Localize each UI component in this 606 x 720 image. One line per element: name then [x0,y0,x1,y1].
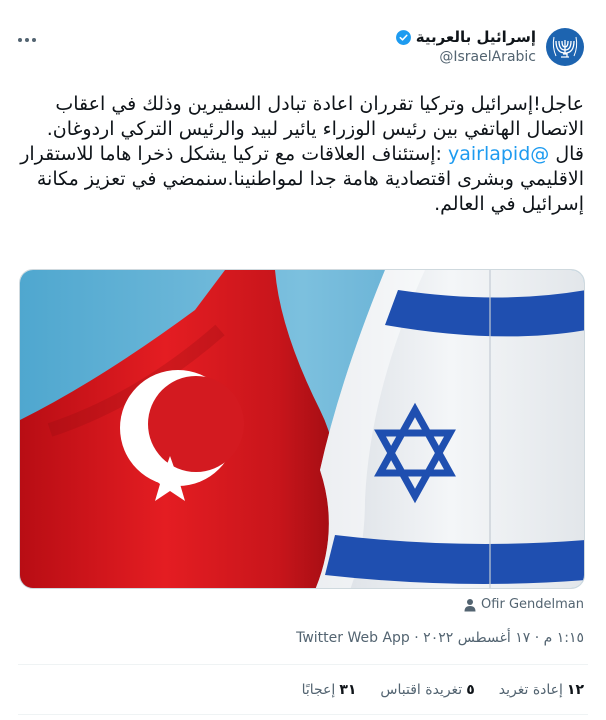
tweet-stats: ١٢ إعادة تغريد ٥ تغريدة اقتباس ٣١ إعجابً… [302,682,584,698]
display-name[interactable]: إسرائيل بالعربية [416,28,536,46]
tagged-user-name: Ofir Gendelman [481,597,584,612]
tweet-source[interactable]: Twitter Web App [296,630,410,646]
tweet-header: إسرائيل بالعربية @IsraelArabic [0,22,606,76]
tweet-image[interactable] [19,269,585,589]
flags-image [20,270,584,588]
meta-separator: · [534,630,540,646]
display-name-row: إسرائيل بالعربية [395,28,536,46]
retweets-label: إعادة تغريد [498,682,563,698]
likes-label: إعجابًا [301,682,336,698]
verified-badge-icon [395,29,411,45]
quote-tweets-label: تغريدة اقتباس [380,682,463,698]
more-options-icon[interactable] [14,30,40,50]
quote-tweets-count: ٥ [466,682,475,698]
quote-tweets-stat[interactable]: ٥ تغريدة اقتباس [380,682,474,698]
author-info: إسرائيل بالعربية @IsraelArabic [395,28,536,65]
handle[interactable]: @IsraelArabic [395,49,536,65]
person-icon [464,598,476,611]
meta-separator-2: · [414,630,419,646]
avatar[interactable] [546,28,584,66]
menorah-emblem-icon [552,36,578,58]
likes-stat[interactable]: ٣١ إعجابًا [302,682,357,698]
mention-link[interactable]: @yairlapid [448,143,549,165]
retweets-stat[interactable]: ١٢ إعادة تغريد [499,682,584,698]
divider [18,664,588,665]
tagged-user[interactable]: Ofir Gendelman [463,597,584,612]
tweet-date[interactable]: ١٧ أغسطس ٢٠٢٢ [423,630,530,646]
divider-bottom [18,714,588,715]
tweet-time[interactable]: ١:١٥ م [544,630,584,646]
tweet-card: إسرائيل بالعربية @IsraelArabic عاجل!إسرا… [0,0,606,720]
tweet-meta: ١:١٥ م · ١٧ أغسطس ٢٠٢٢ · Twitter Web App [296,630,584,646]
retweets-count: ١٢ [566,682,584,698]
likes-count: ٣١ [339,682,357,698]
tweet-text: عاجل!إسرائيل وتركيا تقرران اعادة تبادل ا… [16,92,584,217]
